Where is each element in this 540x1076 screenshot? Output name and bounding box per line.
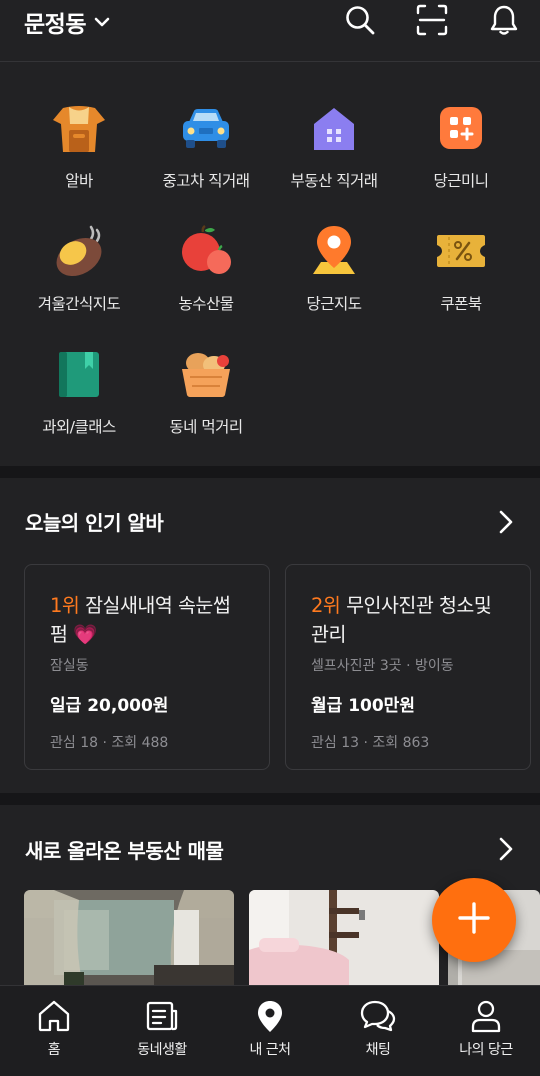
nav-home[interactable]: 홈 xyxy=(0,986,108,1076)
nav-label: 채팅 xyxy=(365,1042,391,1058)
category-label: 당근지도 xyxy=(306,295,362,313)
scan-icon[interactable] xyxy=(414,2,450,38)
category-real-estate[interactable]: 부동산 직거래 xyxy=(269,98,399,191)
sweet-potato-icon xyxy=(49,221,109,281)
category-label: 알바 xyxy=(65,172,93,190)
category-label: 중고차 직거래 xyxy=(162,172,251,190)
search-icon[interactable] xyxy=(342,2,378,38)
listing-photo[interactable] xyxy=(249,890,439,990)
bottom-nav: 홈 동네생활 내 근처 채팅 나의 당근 xyxy=(0,985,540,1076)
bread-basket-icon xyxy=(176,344,236,404)
location-name: 문정동 xyxy=(24,12,86,38)
nav-chat[interactable]: 채팅 xyxy=(324,986,432,1076)
nav-label: 내 근처 xyxy=(249,1042,291,1058)
category-winter-snack-map[interactable]: 겨울간식지도 xyxy=(14,221,144,314)
apron-icon xyxy=(49,98,109,158)
map-pin-icon xyxy=(304,221,364,281)
chevron-right-icon[interactable] xyxy=(492,835,520,863)
community-icon xyxy=(144,998,180,1034)
category-label: 당근미니 xyxy=(433,172,489,190)
category-label: 쿠폰북 xyxy=(440,295,482,313)
section-divider xyxy=(0,466,540,478)
nav-community[interactable]: 동네생활 xyxy=(108,986,216,1076)
category-label: 부동산 직거래 xyxy=(290,172,379,190)
category-tutoring[interactable]: 과외/클래스 xyxy=(14,344,144,437)
chevron-down-icon xyxy=(86,13,110,32)
job-wage: 월급 100만원 xyxy=(311,696,415,716)
job-location: 셀프사진관 3곳 · 방이동 xyxy=(311,658,454,674)
add-post-button[interactable] xyxy=(432,878,516,962)
category-label: 동네 먹거리 xyxy=(169,418,243,436)
category-daangn-mini[interactable]: 당근미니 xyxy=(396,98,526,191)
listing-photo[interactable] xyxy=(24,890,234,990)
job-location: 잠실동 xyxy=(50,658,89,674)
chat-icon xyxy=(360,998,396,1034)
job-stats: 관심 18 · 조회 488 xyxy=(50,735,169,751)
user-icon xyxy=(468,998,504,1034)
job-rank: 1위 xyxy=(50,594,80,617)
category-label: 겨울간식지도 xyxy=(37,295,121,313)
category-produce[interactable]: 농수산물 xyxy=(141,221,271,314)
top-bar: 문정동 xyxy=(0,0,540,62)
category-alba[interactable]: 알바 xyxy=(14,98,144,191)
nav-my-daangn[interactable]: 나의 당근 xyxy=(432,986,540,1076)
nav-label: 홈 xyxy=(47,1042,61,1058)
plus-icon xyxy=(457,901,491,939)
nav-label: 동네생활 xyxy=(137,1042,187,1058)
job-wage: 일급 20,000원 xyxy=(50,696,169,716)
job-card[interactable]: 1위 잠실새내역 속눈썹펌 💗 잠실동 일급 20,000원 관심 18 · 조… xyxy=(24,564,270,770)
section-title-real-estate: 새로 올라온 부동산 매물 xyxy=(25,839,224,863)
nav-label: 나의 당근 xyxy=(459,1042,513,1058)
category-label: 과외/클래스 xyxy=(42,418,116,436)
mini-app-icon xyxy=(431,98,491,158)
job-rank: 2위 xyxy=(311,594,341,617)
chevron-right-icon[interactable] xyxy=(492,508,520,536)
category-used-car[interactable]: 중고차 직거래 xyxy=(141,98,271,191)
nav-nearby[interactable]: 내 근처 xyxy=(216,986,324,1076)
category-local-food[interactable]: 동네 먹거리 xyxy=(141,344,271,437)
job-card[interactable]: 2위 무인사진관 청소및 관리 셀프사진관 3곳 · 방이동 월급 100만원 … xyxy=(285,564,531,770)
home-icon xyxy=(36,998,72,1034)
coupon-icon xyxy=(431,221,491,281)
job-title: 1위 잠실새내역 속눈썹펌 💗 xyxy=(50,591,245,649)
job-stats: 관심 13 · 조회 863 xyxy=(311,735,430,751)
book-icon xyxy=(49,344,109,404)
category-coupon-book[interactable]: 쿠폰북 xyxy=(396,221,526,314)
house-icon xyxy=(304,98,364,158)
section-divider xyxy=(0,793,540,805)
location-icon xyxy=(252,998,288,1034)
location-selector[interactable]: 문정동 xyxy=(24,6,110,38)
apple-icon xyxy=(176,221,236,281)
job-title: 2위 무인사진관 청소및 관리 xyxy=(311,591,506,649)
category-daangn-map[interactable]: 당근지도 xyxy=(269,221,399,314)
car-icon xyxy=(176,98,236,158)
section-title-popular-jobs: 오늘의 인기 알바 xyxy=(25,511,164,535)
bell-icon[interactable] xyxy=(486,2,522,38)
category-label: 농수산물 xyxy=(178,295,234,313)
